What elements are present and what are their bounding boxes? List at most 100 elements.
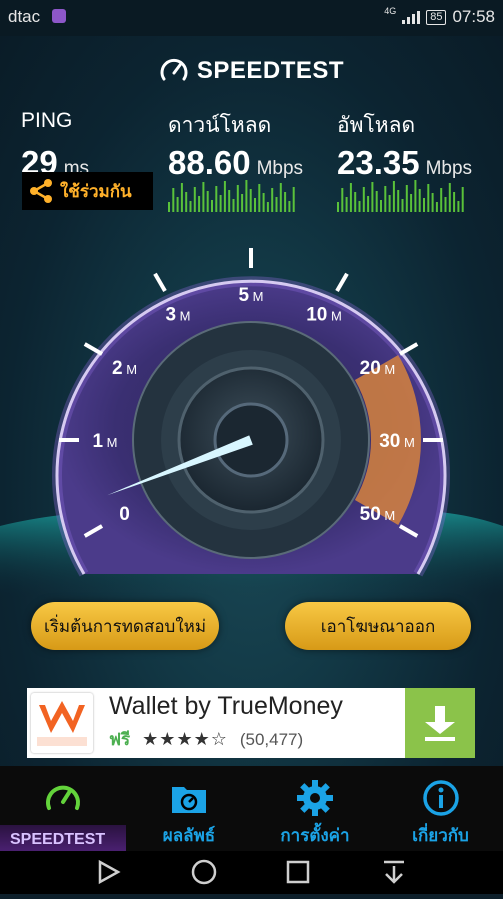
tab-label-results: ผลลัพธ์ — [162, 826, 216, 845]
ad-rating-stars: ★★★★☆ — [142, 729, 228, 749]
graph-bar — [258, 184, 261, 212]
speedometer-logo-icon — [160, 58, 188, 81]
graph-bar — [198, 196, 201, 212]
graph-bar — [266, 202, 269, 212]
gauge-tick-label-3: 3 M — [165, 305, 190, 326]
tab-results[interactable]: ผลลัพธ์ — [126, 766, 252, 851]
remove-ads-button[interactable]: เอาโฆษณาออก — [285, 602, 471, 650]
graph-bar — [423, 198, 425, 212]
upload-value-group: 23.35 Mbps — [337, 144, 472, 182]
graph-bar — [337, 202, 339, 212]
graph-bar — [185, 192, 188, 212]
clock: 07:58 — [452, 7, 495, 26]
gauge-tick-5 — [335, 272, 349, 293]
ad-price: ฟรี — [109, 730, 131, 749]
graph-bar — [461, 187, 464, 212]
graph-bar — [189, 201, 192, 212]
speedometer-icon — [46, 785, 80, 810]
graph-bar — [435, 202, 438, 212]
graph-bar — [414, 180, 417, 212]
recents-nav-icon[interactable] — [286, 860, 310, 884]
gauge-tick-label-7: 30 M — [379, 431, 415, 452]
notification-shade-icon[interactable] — [384, 860, 404, 884]
tab-about[interactable]: เกี่ยวกับ — [378, 766, 503, 851]
graph-bar — [292, 187, 295, 212]
bottom-tab-bar: SPEEDTEST ผลลัพธ์ การตั้งค่า เกี่ยวกับ — [0, 766, 503, 851]
ad-title: Wallet by TrueMoney — [109, 692, 343, 720]
results-folder-icon — [172, 787, 206, 813]
graph-bar — [271, 188, 274, 212]
graph-bar — [288, 201, 291, 212]
ad-meta: ฟรี ★★★★☆ (50,477) — [109, 726, 303, 753]
upload-value: 23.35 — [337, 144, 420, 181]
download-unit: Mbps — [256, 158, 304, 179]
upload-label: อัพโหลด — [337, 114, 416, 137]
graph-bar — [345, 197, 348, 212]
status-bar: dtac 4G 85 07:58 — [0, 0, 503, 36]
share-label: ใช้ร่วมกัน — [60, 181, 132, 201]
gauge-tick-label-0: 0 — [119, 504, 130, 525]
share-button[interactable]: ใช้ร่วมกัน — [22, 172, 153, 210]
tab-label-speedtest: SPEEDTEST — [10, 831, 106, 848]
graph-bar — [228, 190, 231, 212]
speedtest-logo: SPEEDTEST — [0, 56, 503, 86]
back-nav-icon[interactable] — [98, 859, 121, 885]
graph-bar — [453, 192, 456, 212]
gauge-tick-label-8: 50 M — [360, 504, 396, 525]
gauge-tick-label-4: 5 M — [238, 285, 263, 306]
graph-bar — [284, 192, 287, 212]
graph-bar — [375, 191, 378, 212]
share-icon — [30, 179, 52, 203]
graph-bar — [405, 185, 408, 212]
gear-icon — [297, 780, 333, 816]
tab-label-settings: การตั้งค่า — [280, 826, 350, 845]
graph-bar — [401, 199, 404, 212]
graph-bar — [249, 189, 252, 212]
ad-banner[interactable]: Wallet by TrueMoney ฟรี ★★★★☆ (50,477) — [27, 688, 475, 758]
tab-settings[interactable]: การตั้งค่า — [252, 766, 378, 851]
graph-bar — [236, 185, 239, 212]
system-nav-bar — [0, 851, 503, 894]
graph-bar — [380, 200, 382, 212]
graph-bar — [384, 186, 387, 212]
gauge-tick-label-5: 10 M — [306, 305, 342, 326]
graph-bar — [180, 183, 183, 212]
graph-bar — [440, 188, 443, 212]
graph-bar — [262, 193, 265, 212]
graph-bar — [279, 183, 282, 212]
home-nav-icon[interactable] — [191, 859, 217, 885]
graph-bar — [410, 194, 413, 212]
speedtest-screen: SPEEDTEST PING 29 ms ดาวน์โหลด 88.60 Mbps … — [0, 36, 503, 766]
graph-bar — [211, 200, 213, 212]
tab-speedtest[interactable]: SPEEDTEST — [0, 766, 126, 851]
graph-bar — [444, 197, 447, 212]
gauge-tick-label-2: 2 M — [112, 358, 137, 379]
graph-bar — [418, 189, 421, 212]
carrier-name: dtac — [8, 7, 41, 26]
graph-bar — [448, 183, 451, 212]
graph-bar — [275, 197, 278, 212]
graph-bar — [219, 195, 222, 212]
graph-bar — [388, 195, 391, 212]
graph-bar — [245, 180, 248, 212]
graph-bar — [206, 191, 209, 212]
gallery-notification-icon — [52, 9, 66, 23]
download-value-group: 88.60 Mbps — [168, 144, 303, 182]
status-icons: 4G 85 07:58 — [384, 6, 495, 27]
graph-bar — [232, 199, 235, 212]
graph-bar — [241, 194, 244, 212]
graph-bar — [354, 192, 357, 212]
graph-bar — [349, 183, 352, 212]
graph-bar — [427, 184, 430, 212]
app-title: SPEEDTEST — [196, 57, 345, 84]
signal-icon — [402, 10, 421, 24]
graph-bar — [168, 202, 170, 212]
tab-label-about: เกี่ยวกับ — [412, 826, 469, 845]
graph-bar — [223, 181, 226, 212]
gauge-tick-label-1: 1 M — [92, 431, 117, 452]
restart-test-button[interactable]: เริ่มต้นการทดสอบใหม่ — [31, 602, 219, 650]
graph-bar — [193, 187, 196, 212]
ad-download-button[interactable] — [405, 688, 475, 758]
graph-bar — [431, 193, 434, 212]
download-graph — [168, 180, 295, 212]
